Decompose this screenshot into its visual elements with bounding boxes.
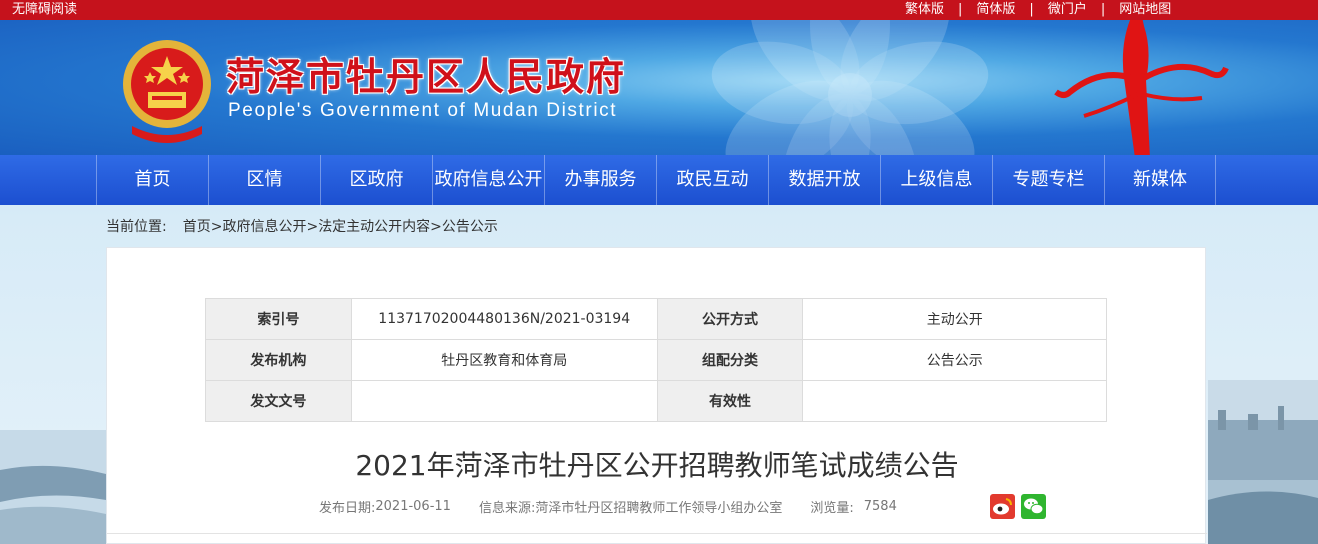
site-banner: 菏泽市牡丹区人民政府 People's Government of Mudan … (0, 20, 1318, 155)
article-panel: 索引号 11371702004480136N/2021-03194 公开方式 主… (106, 247, 1207, 544)
disclosure-method-label: 公开方式 (656, 298, 804, 340)
divider (107, 533, 1207, 534)
breadcrumb-label: 当前位置: (106, 219, 167, 235)
article-info: 发布日期: 2021-06-11 信息来源: 菏泽市牡丹区招聘教师工作领导小组办… (319, 497, 897, 516)
flower-decoration-icon (711, 20, 989, 155)
share-buttons (990, 494, 1046, 519)
breadcrumb: 当前位置: 首页>政府信息公开>法定主动公开内容>公告公示 (106, 216, 498, 236)
views-value: 7584 (863, 499, 897, 514)
document-number-value (350, 380, 658, 422)
publish-date-value: 2021-06-11 (375, 499, 451, 514)
index-number-value: 11371702004480136N/2021-03194 (350, 298, 658, 340)
nav-item-district-government[interactable]: 区政府 (320, 155, 432, 205)
national-emblem-icon (123, 40, 211, 143)
nav-item-services[interactable]: 办事服务 (544, 155, 656, 205)
main-nav: 首页 区情 区政府 政府信息公开 办事服务 政民互动 数据开放 上级信息 专题专… (0, 155, 1318, 205)
nav-item-higher-level-info[interactable]: 上级信息 (880, 155, 992, 205)
category-value: 公告公示 (802, 339, 1107, 381)
breadcrumb-gov-info[interactable]: 政府信息公开> (222, 219, 318, 235)
category-label: 组配分类 (656, 339, 804, 381)
micro-portal-link[interactable]: 微门户 (1048, 0, 1087, 20)
weibo-icon[interactable] (990, 494, 1015, 519)
top-links: 繁体版 | 简体版 | 微门户 | 网站地图 (905, 0, 1171, 20)
breadcrumb-home[interactable]: 首页> (183, 219, 223, 235)
nav-item-interaction[interactable]: 政民互动 (656, 155, 768, 205)
traditional-chinese-link[interactable]: 繁体版 (905, 0, 944, 20)
top-bar: 无障碍阅读 繁体版 | 简体版 | 微门户 | 网站地图 (0, 0, 1318, 20)
publisher-label: 发布机构 (205, 339, 352, 381)
breadcrumb-notices[interactable]: 公告公示 (442, 219, 498, 235)
nav-item-new-media[interactable]: 新媒体 (1104, 155, 1216, 205)
nav-item-special-topics[interactable]: 专题专栏 (992, 155, 1104, 205)
site-title-english: People's Government of Mudan District (228, 100, 618, 121)
separator: | (1029, 2, 1034, 17)
publisher-value: 牡丹区教育和体育局 (350, 339, 658, 381)
wechat-icon[interactable] (1021, 494, 1046, 519)
table-row: 发文文号 有效性 (205, 380, 1107, 422)
river-scenery-image (0, 430, 106, 544)
index-number-label: 索引号 (205, 298, 352, 340)
nav-item-open-data[interactable]: 数据开放 (768, 155, 880, 205)
red-sculpture-icon (1054, 20, 1229, 155)
breadcrumb-statutory-content[interactable]: 法定主动公开内容> (318, 219, 442, 235)
separator: | (958, 2, 963, 17)
source-label: 信息来源: (478, 501, 536, 516)
nav-item-home[interactable]: 首页 (96, 155, 208, 205)
simplified-chinese-link[interactable]: 简体版 (976, 0, 1015, 20)
disclosure-method-value: 主动公开 (802, 298, 1107, 340)
sitemap-link[interactable]: 网站地图 (1119, 0, 1171, 20)
nav-item-district-info[interactable]: 区情 (208, 155, 320, 205)
metadata-table: 索引号 11371702004480136N/2021-03194 公开方式 主… (205, 298, 1107, 422)
validity-label: 有效性 (656, 380, 804, 422)
site-title-chinese: 菏泽市牡丹区人民政府 (226, 55, 627, 99)
publish-date-label: 发布日期: (319, 501, 376, 516)
table-row: 发布机构 牡丹区教育和体育局 组配分类 公告公示 (205, 339, 1107, 381)
document-number-label: 发文文号 (205, 380, 352, 422)
nav-item-gov-info-disclosure[interactable]: 政府信息公开 (432, 155, 544, 205)
article-title: 2021年菏泽市牡丹区公开招聘教师笔试成绩公告 (355, 449, 959, 482)
separator: | (1100, 2, 1106, 17)
table-row: 索引号 11371702004480136N/2021-03194 公开方式 主… (205, 298, 1107, 340)
accessibility-link[interactable]: 无障碍阅读 (12, 0, 77, 20)
views-label: 浏览量: (810, 501, 854, 516)
city-scenery-image (1208, 380, 1318, 544)
validity-value (802, 380, 1107, 422)
source-value: 菏泽市牡丹区招聘教师工作领导小组办公室 (535, 501, 783, 516)
